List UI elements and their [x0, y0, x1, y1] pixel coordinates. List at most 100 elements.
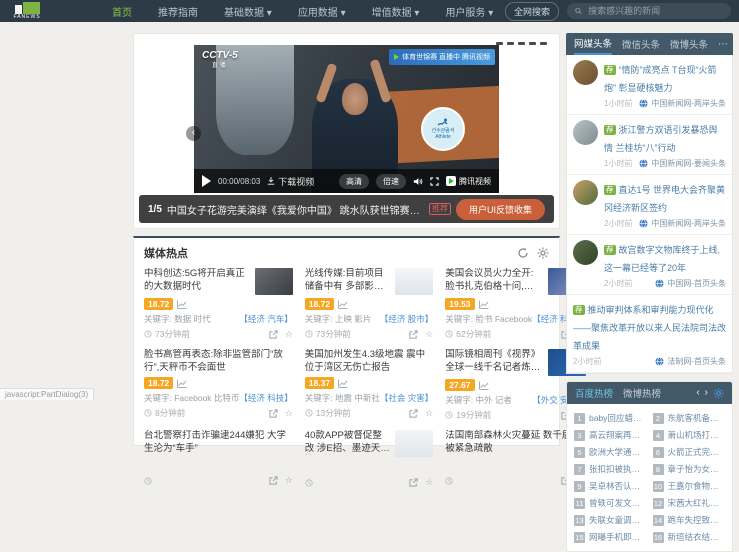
play-button[interactable]: [202, 175, 211, 187]
avatar[interactable]: [573, 120, 598, 145]
hot-topic-text[interactable]: 网曝手机即将停产: [589, 531, 647, 543]
share-icon[interactable]: [409, 478, 418, 487]
tab-wechat-headlines[interactable]: 微信头条: [622, 33, 660, 55]
speed-button[interactable]: 倍速: [376, 173, 406, 189]
hot-topic-text[interactable]: 曾轶可发文道歉: [589, 497, 647, 509]
full-search-button[interactable]: 全网搜索: [504, 1, 559, 21]
category-tag[interactable]: 【经济 股市】: [380, 313, 433, 325]
hot-topic-item[interactable]: 15 网曝手机即将停产: [574, 531, 647, 543]
hot-settings-gear-icon[interactable]: [713, 387, 724, 399]
hot-topic-item[interactable]: 12 宋茜大红礼服亮相: [652, 497, 726, 509]
hot-topic-item[interactable]: 16 新垣结衣结婚传闻: [652, 531, 726, 543]
hot-topic-item[interactable]: 8 章子怡为女儿庆生: [652, 463, 726, 475]
star-icon[interactable]: ☆: [425, 478, 433, 487]
prev-page-icon[interactable]: ‹: [696, 388, 699, 398]
hot-topic-item[interactable]: 9 吴卓林否认情变: [574, 480, 647, 492]
star-icon[interactable]: ☆: [425, 329, 433, 339]
article-thumbnail[interactable]: [395, 430, 434, 457]
hot-topic-item[interactable]: 11 曾轶可发文道歉: [574, 497, 647, 509]
search-input[interactable]: [586, 5, 723, 17]
fullscreen-icon[interactable]: [430, 176, 439, 186]
tencent-video-brand[interactable]: 腾讯视频: [446, 176, 491, 187]
headline-title[interactable]: 推动审判体系和审判能力现代化——聚焦改革开放以来人民法院司法改革成果: [573, 305, 726, 351]
article-title[interactable]: 法国南部森林火灾蔓延 数千居民被紧急疏散: [445, 430, 585, 455]
star-icon[interactable]: ☆: [285, 329, 293, 339]
hot-topic-item[interactable]: 5 欧洲大学通知书: [574, 446, 647, 458]
category-tag[interactable]: 【经济 科技】: [239, 392, 292, 404]
hot-topic-item[interactable]: 13 失联女童调查结果: [574, 514, 647, 526]
hot-topic-item[interactable]: 4 萧山机场打晕小孩: [652, 429, 726, 441]
carousel-prev-button[interactable]: ‹: [186, 126, 201, 141]
trend-chart-icon[interactable]: [478, 300, 489, 309]
hot-topic-text[interactable]: 失联女童调查结果: [589, 514, 647, 526]
hot-topic-item[interactable]: 2 东航客机备降救人: [652, 412, 726, 424]
avatar[interactable]: [573, 60, 598, 85]
hot-topic-text[interactable]: 王嘉尔食物中毒: [668, 480, 726, 492]
article-thumbnail[interactable]: [395, 268, 434, 295]
hot-topic-text[interactable]: 跑车失控致人身亡: [668, 514, 726, 526]
search-box[interactable]: [567, 3, 731, 19]
hot-topic-item[interactable]: 7 张扣扣被执行死刑: [574, 463, 647, 475]
star-icon[interactable]: ☆: [285, 408, 293, 418]
nav-item-value-data[interactable]: 增值数据 ▾: [372, 4, 420, 19]
hot-topic-text[interactable]: 吴卓林否认情变: [589, 480, 647, 492]
headline-title[interactable]: 直达1号 世界电大会齐聚黄冈经济新区签约: [604, 185, 725, 213]
tab-weibo-headlines[interactable]: 微博头条: [670, 33, 708, 55]
category-tag[interactable]: 【社会 灾害】: [380, 392, 433, 404]
avatar[interactable]: [573, 180, 598, 205]
hot-topic-text[interactable]: 张扣扣被执行死刑: [589, 463, 647, 475]
nav-item-app-data[interactable]: 应用数据 ▾: [298, 4, 346, 19]
hot-topic-text[interactable]: 章子怡为女儿庆生: [668, 463, 726, 475]
share-icon[interactable]: [269, 329, 278, 339]
headline-item[interactable]: 荐 “情防”成亮点 T台现“火箭炮” 彰显硬核魅力 1小时前 中国新闻网-两岸头条: [567, 55, 732, 115]
hot-topic-item[interactable]: 3 高云翔案再次开庭: [574, 429, 647, 441]
category-tag[interactable]: 【经济 汽车】: [239, 313, 292, 325]
share-icon[interactable]: [269, 476, 278, 485]
download-video-button[interactable]: 下载视频: [267, 175, 314, 188]
share-icon[interactable]: [409, 408, 418, 418]
share-icon[interactable]: [269, 408, 278, 418]
nav-item-home[interactable]: 首页: [112, 4, 132, 19]
hot-topic-text[interactable]: 宋茜大红礼服亮相: [668, 497, 726, 509]
quality-button[interactable]: 高清: [339, 173, 369, 189]
refresh-icon[interactable]: [517, 247, 529, 259]
nav-item-guide[interactable]: 推荐指南: [158, 4, 198, 19]
avatar[interactable]: [573, 240, 598, 265]
star-icon[interactable]: ☆: [425, 408, 433, 418]
hot-topic-text[interactable]: 新垣结衣结婚传闻: [668, 531, 726, 543]
trend-chart-icon[interactable]: [177, 300, 187, 309]
hot-topic-item[interactable]: 6 火箭正式完成交易: [652, 446, 726, 458]
article-title[interactable]: 台北警察打击诈骗逮244嫌犯 大学生沦为“车手”: [144, 430, 293, 455]
volume-icon[interactable]: [413, 177, 423, 186]
hot-topic-text[interactable]: baby回应蜡像争议: [589, 412, 647, 424]
headline-title[interactable]: 浙江警方双语引发暴恐舆情 兰桂坊“八”行动: [604, 125, 718, 153]
video-player[interactable]: CCTV-5 直播 体育世锦赛 直播中 腾讯视频 선수관람석 Athlete 0…: [194, 45, 499, 193]
trend-chart-icon[interactable]: [478, 381, 489, 390]
headline-title[interactable]: “情防”成亮点 T台现“火箭炮” 彰显硬核魅力: [604, 65, 717, 93]
tab-weibo-hot[interactable]: 微博热榜: [623, 382, 661, 404]
headline-item[interactable]: 荐故宫数字文物库终于上线, 这一幕已经等了20年 2小时前 中国网-首页头条: [567, 235, 732, 295]
feedback-button[interactable]: 用户UI反馈收集: [455, 198, 545, 220]
hot-topic-item[interactable]: 14 跑车失控致人身亡: [652, 514, 726, 526]
hot-topic-text[interactable]: 欧洲大学通知书: [589, 446, 647, 458]
trend-chart-icon[interactable]: [177, 379, 187, 388]
headline-item[interactable]: 荐推动审判体系和审判能力现代化——聚焦改革开放以来人民法院司法改革成果 2小时前…: [567, 295, 732, 373]
article-title[interactable]: 美国会议员火力全开:脸书扎克伯格十问,多事未解遭批: [445, 268, 542, 293]
nav-item-user-service[interactable]: 用户服务 ▾: [445, 4, 493, 19]
headline-title[interactable]: 故宫数字文物库终于上线, 这一幕已经等了20年: [604, 245, 720, 273]
trend-chart-icon[interactable]: [338, 379, 348, 388]
hot-topic-text[interactable]: 萧山机场打晕小孩: [668, 429, 726, 441]
article-title[interactable]: 美国加州发生4.3级地震 震中位于湾区无伤亡报告: [305, 349, 433, 374]
ticker-headline[interactable]: 中国女子花游完美演绎《我爱你中国》 跳水队获世锦赛第八金: [167, 202, 424, 217]
article-thumbnail[interactable]: [254, 268, 293, 295]
settings-gear-icon[interactable]: [537, 247, 549, 259]
hot-topic-text[interactable]: 高云翔案再次开庭: [589, 429, 647, 441]
hot-topic-text[interactable]: 火箭正式完成交易: [668, 446, 726, 458]
hot-topic-text[interactable]: 东航客机备降救人: [668, 412, 726, 424]
next-page-icon[interactable]: ›: [705, 388, 708, 398]
article-title[interactable]: 脸书高管再表态:除非监管部门“放行”,天秤币不会面世: [144, 349, 293, 374]
video-overlay-ad[interactable]: 体育世锦赛 直播中 腾讯视频: [389, 49, 495, 65]
hot-topic-item[interactable]: 10 王嘉尔食物中毒: [652, 480, 726, 492]
star-icon[interactable]: ☆: [285, 476, 293, 485]
article-title[interactable]: 光线传媒:目前项目储备中有 多部影片有望十年内上映: [305, 268, 390, 293]
